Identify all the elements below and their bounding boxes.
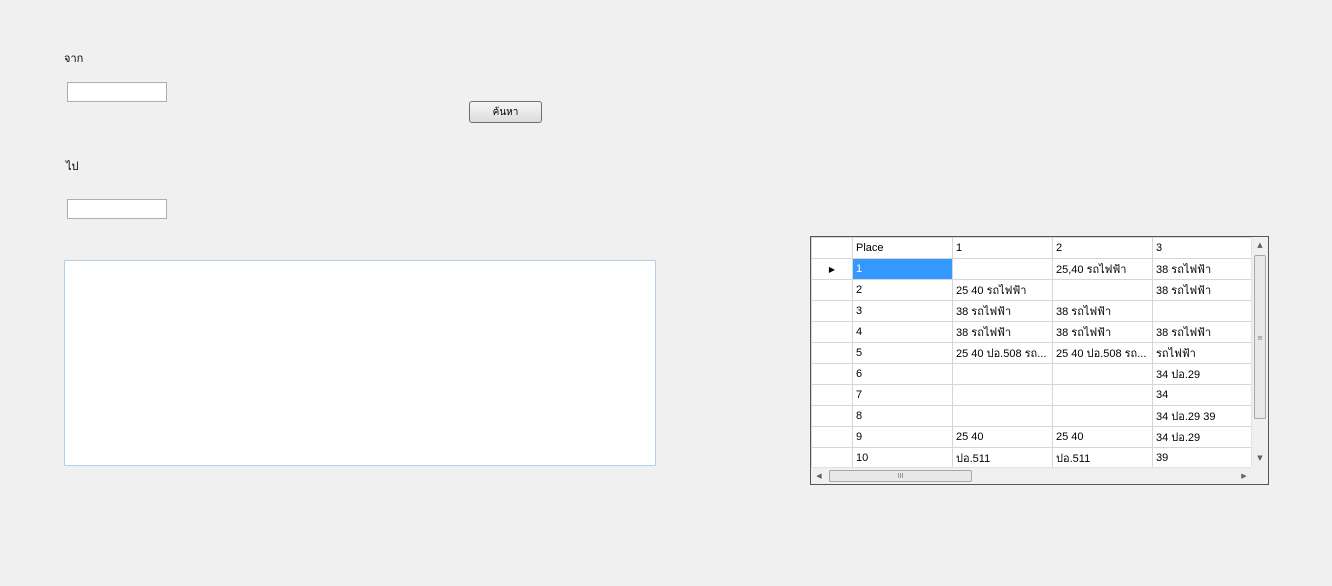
vertical-scrollbar[interactable]: ▲ ≡ ▼ (1251, 237, 1268, 467)
table-cell[interactable] (952, 258, 1053, 280)
table-row[interactable]: 3 38 รถไฟฟ้า 38 รถไฟฟ้า (811, 300, 1253, 322)
table-cell[interactable]: 4 (852, 321, 953, 343)
table-cell[interactable]: 5 (852, 342, 953, 364)
table-cell[interactable] (952, 363, 1053, 385)
table-cell[interactable]: 2 (852, 279, 953, 301)
table-cell[interactable]: 25 40 (952, 426, 1053, 448)
table-cell[interactable]: 34 ปอ.29 (1152, 363, 1253, 385)
horizontal-scroll-thumb[interactable]: III (829, 470, 972, 482)
column-header[interactable]: Place (852, 237, 953, 259)
table-cell[interactable]: 25 40 รถไฟฟ้า (952, 279, 1053, 301)
header-row: Place 1 2 3 (811, 237, 1253, 259)
scrollbar-corner (1251, 467, 1268, 484)
table-cell[interactable]: 3 (852, 300, 953, 322)
table-cell[interactable]: 38 รถไฟฟ้า (952, 321, 1053, 343)
scroll-up-icon[interactable]: ▲ (1252, 237, 1268, 254)
row-header[interactable]: ▶ (811, 258, 853, 280)
table-cell[interactable] (1052, 405, 1153, 427)
table-row[interactable]: 8 34 ปอ.29 39 (811, 405, 1253, 427)
column-header[interactable]: 3 (1152, 237, 1253, 259)
table-cell[interactable]: 38 รถไฟฟ้า (952, 300, 1053, 322)
table-cell[interactable]: 25 40 ปอ.508 รถ... (952, 342, 1053, 364)
scroll-down-icon[interactable]: ▼ (1252, 450, 1268, 467)
table-cell[interactable] (952, 384, 1053, 406)
table-cell[interactable] (1152, 300, 1253, 322)
result-textbox[interactable] (64, 260, 656, 466)
table-row[interactable]: 2 25 40 รถไฟฟ้า 38 รถไฟฟ้า (811, 279, 1253, 301)
table-cell[interactable]: 6 (852, 363, 953, 385)
table-row[interactable]: 6 34 ปอ.29 (811, 363, 1253, 385)
table-cell[interactable]: 38 รถไฟฟ้า (1152, 258, 1253, 280)
row-header[interactable] (811, 342, 853, 364)
table-cell[interactable]: 25 40 (1052, 426, 1153, 448)
table-cell[interactable]: 39 (1152, 447, 1253, 469)
table-row[interactable]: 7 34 (811, 384, 1253, 406)
table-cell[interactable]: 7 (852, 384, 953, 406)
row-header[interactable] (811, 426, 853, 448)
row-header[interactable] (811, 447, 853, 469)
column-header[interactable]: 2 (1052, 237, 1153, 259)
corner-header[interactable] (811, 237, 853, 259)
table-row[interactable]: 9 25 40 25 40 34 ปอ.29 (811, 426, 1253, 448)
table-cell[interactable]: 10 (852, 447, 953, 469)
table-cell[interactable]: 1 (852, 258, 953, 280)
from-label: จาก (64, 52, 84, 65)
table-cell[interactable]: ปอ.511 (952, 447, 1053, 469)
table-cell[interactable]: 34 ปอ.29 39 (1152, 405, 1253, 427)
to-input[interactable] (67, 199, 167, 219)
row-header[interactable] (811, 279, 853, 301)
table-cell[interactable] (952, 405, 1053, 427)
row-header[interactable] (811, 363, 853, 385)
table-cell[interactable] (1052, 384, 1153, 406)
table-cell[interactable]: 38 รถไฟฟ้า (1152, 279, 1253, 301)
table-cell[interactable]: 8 (852, 405, 953, 427)
column-header[interactable]: 1 (952, 237, 1053, 259)
routes-table: Place 1 2 3 ▶ 1 25,40 รถไฟฟ้า 38 รถไฟฟ้า 2 25… (811, 237, 1253, 469)
routes-datagrid[interactable]: Place 1 2 3 ▶ 1 25,40 รถไฟฟ้า 38 รถไฟฟ้า 2 25… (810, 236, 1269, 485)
row-header[interactable] (811, 405, 853, 427)
table-cell[interactable]: 34 (1152, 384, 1253, 406)
horizontal-scrollbar[interactable]: ◀ III ▶ (811, 467, 1252, 484)
scroll-right-icon[interactable]: ▶ (1236, 468, 1252, 484)
from-input[interactable] (67, 82, 167, 102)
table-cell[interactable]: 25 40 ปอ.508 รถ... (1052, 342, 1153, 364)
row-header[interactable] (811, 384, 853, 406)
table-cell[interactable]: 38 รถไฟฟ้า (1152, 321, 1253, 343)
table-cell[interactable]: 38 รถไฟฟ้า (1052, 300, 1153, 322)
table-cell[interactable]: 25,40 รถไฟฟ้า (1052, 258, 1153, 280)
table-cell[interactable] (1052, 363, 1153, 385)
table-cell[interactable]: ปอ.511 (1052, 447, 1153, 469)
vertical-scroll-thumb[interactable]: ≡ (1254, 255, 1266, 419)
table-row[interactable]: 10 ปอ.511 ปอ.511 39 (811, 447, 1253, 469)
to-label: ไป (66, 160, 79, 173)
scroll-left-icon[interactable]: ◀ (811, 468, 827, 484)
table-cell[interactable] (1052, 279, 1153, 301)
table-row[interactable]: 4 38 รถไฟฟ้า 38 รถไฟฟ้า 38 รถไฟฟ้า (811, 321, 1253, 343)
table-cell[interactable]: รถไฟฟ้า (1152, 342, 1253, 364)
table-cell[interactable]: 38 รถไฟฟ้า (1052, 321, 1153, 343)
table-cell[interactable]: 34 ปอ.29 (1152, 426, 1253, 448)
row-header[interactable] (811, 300, 853, 322)
table-cell[interactable]: 9 (852, 426, 953, 448)
row-header[interactable] (811, 321, 853, 343)
table-row[interactable]: 5 25 40 ปอ.508 รถ... 25 40 ปอ.508 รถ... รถไ… (811, 342, 1253, 364)
current-row-arrow-icon: ▶ (828, 264, 836, 274)
table-row[interactable]: ▶ 1 25,40 รถไฟฟ้า 38 รถไฟฟ้า (811, 258, 1253, 280)
search-button[interactable]: ค้นหา (469, 101, 542, 123)
